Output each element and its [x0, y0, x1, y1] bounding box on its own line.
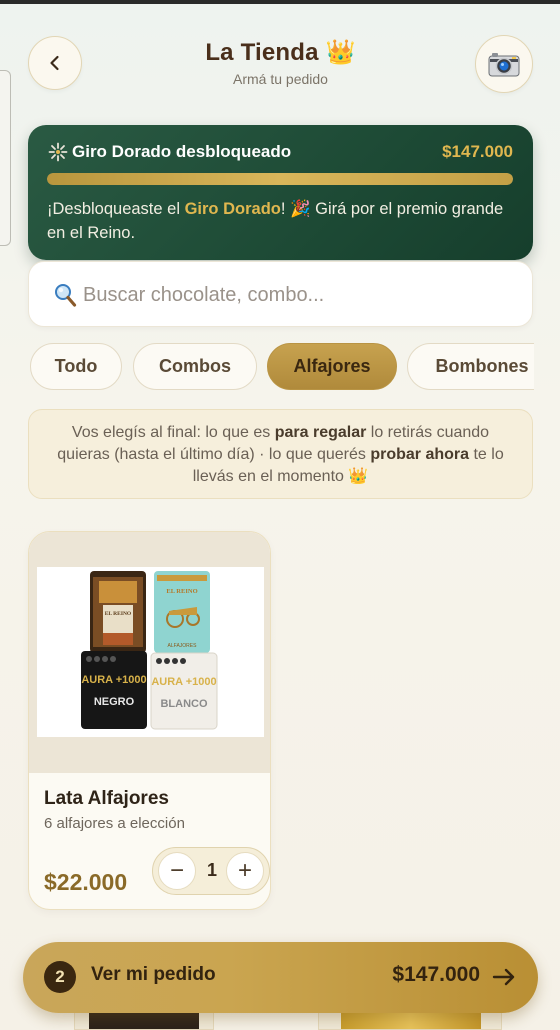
product-name: Lata Alfajores [44, 788, 169, 809]
product-image: EL REINO EL REINO ALFAJORES AURA +1000 N… [37, 567, 264, 737]
side-drawer-handle[interactable] [0, 70, 11, 246]
banner-message-start: ¡Desbloqueaste el [47, 200, 185, 218]
product-price: $22.000 [44, 869, 128, 895]
product-description: 6 alfajores a elección [44, 815, 185, 832]
info-bold-probar: probar ahora [370, 446, 470, 463]
arrow-right-icon [492, 968, 515, 986]
status-strip [0, 0, 560, 4]
sparkle-icon [48, 142, 68, 162]
camera-icon [488, 53, 520, 77]
page-title: La Tienda 👑 [128, 38, 433, 67]
info-bold-regalar: para regalar [274, 424, 367, 441]
order-count-badge: 2 [44, 961, 76, 993]
search-icon [55, 284, 77, 307]
pack-black-title: AURA +1000 [81, 674, 146, 686]
reward-progress-bar [47, 173, 513, 185]
chevron-left-icon [50, 55, 59, 71]
view-order-button[interactable]: 2 Ver mi pedido $147.000 [23, 942, 538, 1013]
banner-header: Giro Dorado desbloqueado $147.000 [48, 142, 513, 164]
page-subtitle: Armá tu pedido [233, 71, 328, 87]
increase-quantity-button[interactable]: + [226, 852, 264, 890]
category-filter: Todo Combos Alfajores Bombones [30, 343, 534, 391]
banner-amount: $147.000 [442, 142, 513, 161]
pack-black-variant: NEGRO [94, 696, 135, 708]
search-input[interactable] [83, 276, 503, 314]
tin-right-label: ALFAJORES [168, 643, 198, 649]
order-total: $147.000 [392, 963, 480, 986]
search-bar[interactable] [28, 261, 533, 327]
banner-title: Giro Dorado desbloqueado [72, 142, 292, 161]
chip-combos[interactable]: Combos [133, 343, 257, 390]
pack-white-title: AURA +1000 [151, 676, 216, 688]
chip-bombones[interactable]: Bombones [407, 343, 534, 390]
info-text-1: Vos elegís al final: lo que es [71, 424, 275, 441]
product-card[interactable]: EL REINO EL REINO ALFAJORES AURA +1000 N… [28, 531, 271, 910]
order-label: Ver mi pedido [91, 964, 216, 985]
chip-todo[interactable]: Todo [30, 343, 122, 390]
reward-banner[interactable]: Giro Dorado desbloqueado $147.000 ¡Desbl… [28, 125, 533, 260]
pickup-info-note: Vos elegís al final: lo que es para rega… [28, 409, 533, 499]
chip-alfajores[interactable]: Alfajores [267, 343, 397, 390]
crown-icon: 👑 [325, 39, 356, 66]
product-image-area: EL REINO EL REINO ALFAJORES AURA +1000 N… [29, 532, 270, 773]
pack-white-variant: BLANCO [160, 698, 207, 710]
page-title-text: La Tienda [205, 39, 319, 66]
title-block: La Tienda 👑 Armá tu pedido [128, 38, 433, 87]
camera-button[interactable] [475, 35, 533, 93]
header: La Tienda 👑 Armá tu pedido [28, 35, 533, 93]
quantity-stepper: − 1 + [152, 847, 270, 895]
tin-left-brand: EL REINO [105, 611, 132, 617]
tin-right-brand: EL REINO [166, 588, 197, 595]
banner-message: ¡Desbloqueaste el Giro Dorado! 🎉 Girá po… [47, 197, 507, 245]
banner-message-highlight: Giro Dorado [184, 200, 281, 218]
back-button[interactable] [28, 36, 82, 90]
reward-progress-fill [47, 173, 513, 185]
